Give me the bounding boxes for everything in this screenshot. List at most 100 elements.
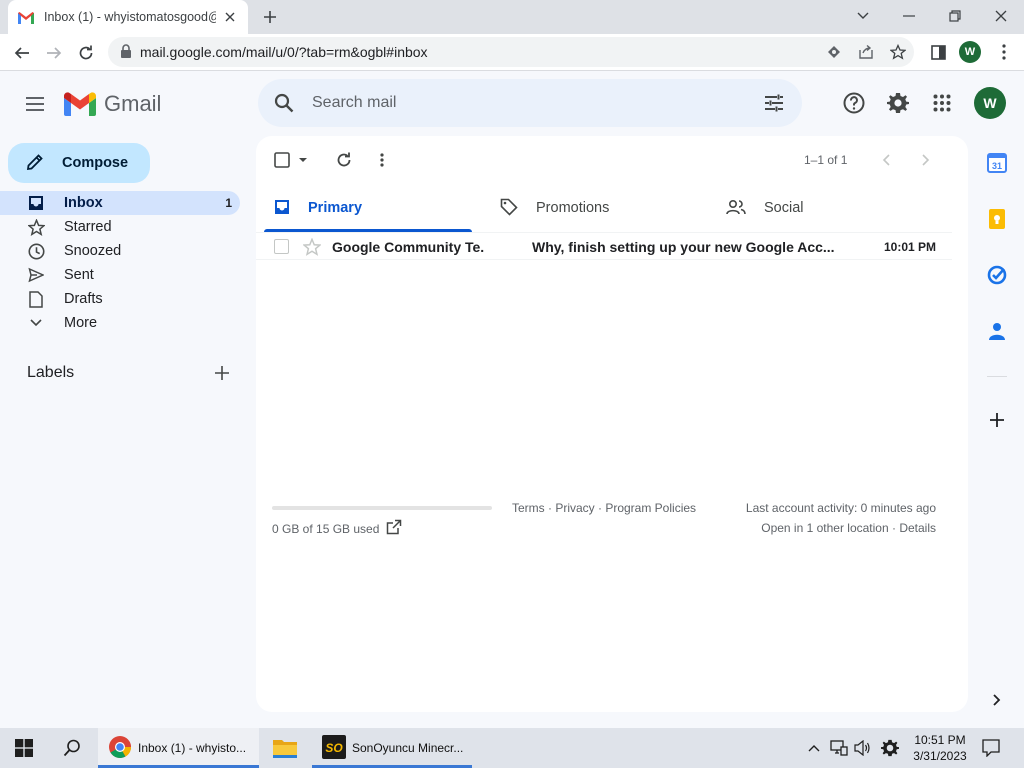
sidebar-item-label: Starred <box>64 219 112 235</box>
clock-icon <box>27 242 45 260</box>
reload-icon[interactable] <box>73 40 99 66</box>
gmail-wordmark: Gmail <box>104 91 162 116</box>
older-chevron-right-icon[interactable] <box>916 148 936 172</box>
new-tab-icon[interactable] <box>260 7 280 27</box>
email-row[interactable]: Google Community Te. Why, finish setting… <box>256 232 952 260</box>
sidebar-item-drafts[interactable]: Drafts <box>0 287 240 311</box>
inbox-tray-icon <box>274 199 290 218</box>
browser-tab-gmail[interactable]: Inbox (1) - whyistomatosgood@gmail.com -… <box>8 0 248 34</box>
sidebar-item-sent[interactable]: Sent <box>0 263 240 287</box>
browser-tab-strip: Inbox (1) - whyistomatosgood@gmail.com -… <box>0 0 1024 34</box>
select-all-checkbox[interactable] <box>274 148 310 172</box>
newer-chevron-left-icon[interactable] <box>876 148 896 172</box>
svg-text:31: 31 <box>992 161 1002 171</box>
browser-profile-avatar[interactable]: W <box>959 41 981 63</box>
expand-panel-chevron-icon[interactable] <box>986 689 1008 711</box>
gmail-header: Gmail W <box>0 71 1024 135</box>
sidebar-item-snoozed[interactable]: Snoozed <box>0 239 240 263</box>
minimize-window-icon[interactable] <box>886 0 932 32</box>
search-bar <box>258 79 802 127</box>
compose-button[interactable]: Compose <box>8 143 150 183</box>
chevron-down-icon <box>27 314 45 332</box>
footer-links[interactable]: Terms · Privacy · Program Policies <box>512 501 696 515</box>
sidebar-item-more[interactable]: More <box>0 311 240 335</box>
google-apps-icon[interactable] <box>930 91 954 115</box>
windows-start-icon[interactable] <box>0 728 48 768</box>
pencil-icon <box>26 153 44 174</box>
refresh-icon[interactable] <box>332 148 356 172</box>
restore-window-icon[interactable] <box>932 0 978 32</box>
tab-search-chevron-icon[interactable] <box>840 0 886 32</box>
other-location-link[interactable]: Open in 1 other location · Details <box>761 521 936 535</box>
side-panel-icon[interactable] <box>930 44 946 60</box>
tab-primary[interactable]: Primary <box>256 184 472 232</box>
taskbar-app-sonoyuncu[interactable]: SO SonOyuncu Minecr... <box>312 728 472 768</box>
contacts-icon[interactable] <box>986 320 1008 342</box>
clock-time: 10:51 PM <box>914 733 966 747</box>
sidebar-item-starred[interactable]: Starred <box>0 215 240 239</box>
search-options-icon[interactable] <box>762 91 786 115</box>
more-options-icon[interactable] <box>370 148 394 172</box>
settings-gear-tray-icon[interactable] <box>878 728 902 768</box>
category-tabs: Primary Promotions Social <box>256 184 968 232</box>
volume-icon[interactable] <box>852 728 874 768</box>
browser-menu-icon[interactable] <box>996 44 1012 60</box>
star-icon <box>27 218 45 236</box>
account-avatar[interactable]: W <box>974 87 1006 119</box>
extension-diamond-icon[interactable] <box>826 44 842 60</box>
search-icon[interactable] <box>272 91 296 115</box>
url-text: mail.google.com/mail/u/0/?tab=rm&ogbl#in… <box>140 44 428 60</box>
close-tab-icon[interactable] <box>222 9 238 25</box>
email-checkbox[interactable] <box>274 239 289 254</box>
add-label-icon[interactable] <box>212 363 232 383</box>
tab-social[interactable]: Social <box>708 184 924 232</box>
network-icon[interactable] <box>828 728 850 768</box>
forward-arrow-icon[interactable] <box>41 40 67 66</box>
people-icon <box>726 199 746 218</box>
bookmark-star-icon[interactable] <box>890 44 906 60</box>
settings-gear-icon[interactable] <box>886 91 910 115</box>
main-menu-icon[interactable] <box>22 91 48 117</box>
tab-promotions[interactable]: Promotions <box>482 184 698 232</box>
sidebar-item-inbox[interactable]: Inbox 1 <box>0 191 240 215</box>
sidebar-item-label: Inbox <box>64 195 103 211</box>
taskbar-app-label: SonOyuncu Minecr... <box>352 741 464 755</box>
notification-center-icon[interactable] <box>976 728 1006 768</box>
tab-label: Social <box>764 200 804 216</box>
compose-label: Compose <box>62 155 129 171</box>
email-subject: Why, finish setting up your new Google A… <box>532 239 835 255</box>
tag-icon <box>500 198 518 219</box>
gmail-favicon-icon <box>18 11 34 24</box>
tab-label: Promotions <box>536 200 610 216</box>
sidebar-item-label: Sent <box>64 267 94 283</box>
gmail-logo[interactable]: Gmail <box>64 91 161 117</box>
support-icon[interactable] <box>842 91 866 115</box>
last-activity-text: Last account activity: 0 minutes ago <box>745 501 936 515</box>
taskbar-clock[interactable]: 10:51 PM 3/31/2023 <box>908 732 972 764</box>
address-bar[interactable]: mail.google.com/mail/u/0/?tab=rm&ogbl#in… <box>108 37 914 67</box>
tab-label: Primary <box>308 200 363 216</box>
windows-taskbar: Inbox (1) - whyisto... SO SonOyuncu Mine… <box>0 728 1024 768</box>
inbox-icon <box>27 194 45 212</box>
taskbar-app-chrome[interactable]: Inbox (1) - whyisto... <box>98 728 259 768</box>
draft-document-icon <box>27 290 45 308</box>
back-arrow-icon[interactable] <box>9 40 35 66</box>
tray-chevron-up-icon[interactable] <box>804 728 824 768</box>
star-icon[interactable] <box>302 237 322 256</box>
tasks-icon[interactable] <box>986 264 1008 286</box>
keep-notes-icon[interactable] <box>986 208 1008 230</box>
taskbar-search-icon[interactable] <box>50 728 94 768</box>
share-icon[interactable] <box>858 44 874 60</box>
calendar-icon[interactable]: 31 <box>986 152 1008 174</box>
sidebar-nav: Inbox 1 Starred Snoozed Sent Drafts More <box>0 191 240 335</box>
browser-tab-title: Inbox (1) - whyistomatosgood@gmail.com -… <box>44 10 216 24</box>
search-input[interactable] <box>312 91 732 115</box>
open-external-icon[interactable] <box>386 519 402 535</box>
lock-icon[interactable] <box>120 43 132 61</box>
sidebar-item-label: Drafts <box>64 291 103 307</box>
inbox-unread-count: 1 <box>225 196 232 210</box>
email-time: 10:01 PM <box>883 240 936 254</box>
add-addon-icon[interactable] <box>986 409 1008 431</box>
file-explorer-icon[interactable] <box>262 728 308 768</box>
close-window-icon[interactable] <box>978 0 1024 32</box>
